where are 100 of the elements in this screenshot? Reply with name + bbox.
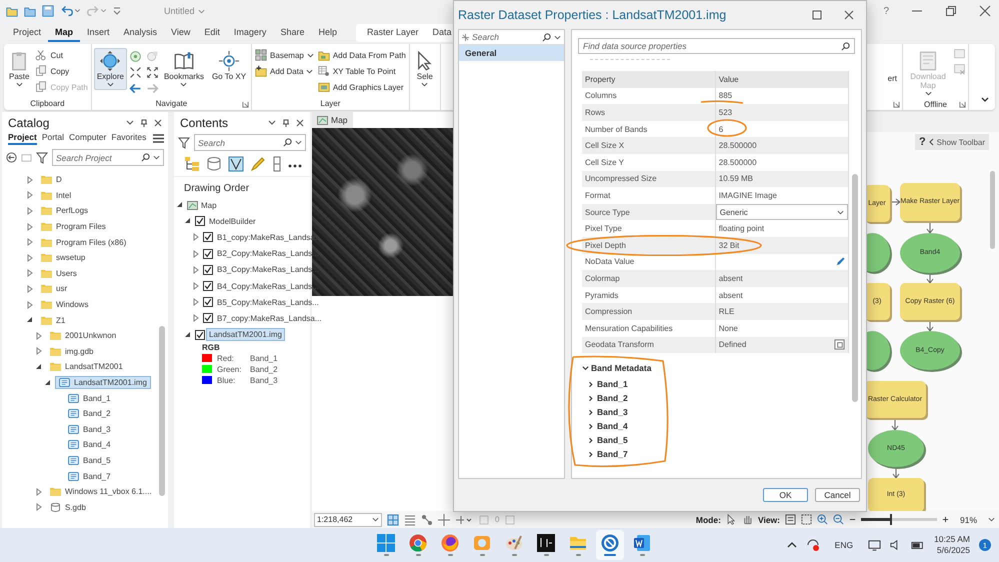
ribbon-tab[interactable]: Raster Layer xyxy=(360,24,426,42)
labeling-icon[interactable] xyxy=(272,156,282,172)
search-input[interactable]: Search xyxy=(198,138,280,148)
search-field[interactable]: Search xyxy=(194,134,306,151)
ribbon-button[interactable]: ert xyxy=(884,48,900,86)
source-type-dropdown[interactable]: Generic xyxy=(716,204,848,220)
ribbon-button[interactable]: Add Data From Path xyxy=(316,48,407,62)
catalog-tab[interactable]: Computer xyxy=(69,132,106,145)
restore-icon[interactable] xyxy=(945,5,957,17)
collapsed-caret-icon[interactable] xyxy=(26,269,34,278)
layer-item[interactable]: B7_copy:MakeRas_Landsa... xyxy=(214,312,325,325)
pencil-icon[interactable] xyxy=(836,257,845,266)
layer-item[interactable]: Map xyxy=(198,198,220,212)
back-arrow-icon[interactable] xyxy=(6,152,17,163)
catalog-item[interactable]: Band_5 xyxy=(64,454,115,467)
constraint-icon[interactable] xyxy=(455,514,473,526)
catalog-item[interactable]: swsetup xyxy=(37,251,90,264)
catalog-item[interactable]: PerfLogs xyxy=(37,204,92,218)
layer-item[interactable]: B5_Copy:MakeRas_Lands... xyxy=(214,296,322,309)
band-item[interactable]: Band_4 xyxy=(582,419,628,434)
expanded-caret-icon[interactable] xyxy=(35,362,43,371)
monitor-icon[interactable] xyxy=(868,538,882,552)
catalog-item[interactable]: img.gdb xyxy=(46,344,98,358)
zoom-in-icon[interactable] xyxy=(816,514,828,525)
catalog-item[interactable]: D xyxy=(37,173,66,186)
catalog-item[interactable]: usr xyxy=(37,282,72,296)
collapsed-caret-icon[interactable] xyxy=(35,488,43,496)
close-icon[interactable] xyxy=(296,119,304,127)
dropdown-caret-icon[interactable] xyxy=(268,119,276,127)
catalog-item[interactable]: Band_4 xyxy=(64,438,115,452)
collapsed-caret-icon[interactable] xyxy=(26,238,34,246)
collapsed-caret-icon[interactable] xyxy=(192,250,200,258)
dialog-launcher-icon[interactable] xyxy=(893,101,900,108)
catalog-tab[interactable]: Favorites xyxy=(111,132,146,145)
map-view-icon[interactable] xyxy=(228,156,244,172)
ribbon-button[interactable]: Go To XY xyxy=(208,48,250,84)
band-item[interactable]: Band_2 xyxy=(582,391,628,406)
scrollbar-thumb[interactable] xyxy=(159,326,165,496)
clock[interactable]: 10:25 AM 5/6/2025 xyxy=(934,534,970,556)
layer-item[interactable]: LandsatTM2001.img xyxy=(206,328,285,342)
catalog-item[interactable]: Windows xyxy=(37,298,92,312)
language-indicator[interactable]: ENG xyxy=(834,540,854,550)
collapsed-caret-icon[interactable] xyxy=(26,254,34,262)
pencil-icon[interactable] xyxy=(250,156,266,172)
collapsed-caret-icon[interactable] xyxy=(192,314,200,322)
search-input[interactable]: Search Project xyxy=(56,152,138,162)
hand-icon[interactable] xyxy=(742,514,753,525)
collapsed-caret-icon[interactable] xyxy=(192,233,200,242)
ribbon-tab[interactable]: View xyxy=(164,24,198,42)
map-tab[interactable]: Map xyxy=(312,112,353,128)
band-item[interactable]: Band_5 xyxy=(582,433,628,448)
maximize-icon[interactable] xyxy=(812,10,822,20)
back-arrow-icon[interactable] xyxy=(128,82,142,95)
catalog-item[interactable]: Users xyxy=(37,266,81,280)
layer-checkbox[interactable] xyxy=(203,281,213,292)
catalog-item[interactable]: Band_3 xyxy=(64,422,115,436)
menu-icon[interactable] xyxy=(153,134,164,143)
collapsed-caret-icon[interactable] xyxy=(26,191,34,200)
scrollbar-thumb[interactable] xyxy=(990,171,995,250)
remove-map-icon[interactable] xyxy=(953,63,966,76)
ribbon-button[interactable]: Explore xyxy=(94,48,127,90)
details-icon[interactable] xyxy=(834,339,845,350)
dropdown-caret-icon[interactable] xyxy=(126,119,134,127)
list-icon[interactable] xyxy=(404,514,416,526)
undo-icon[interactable] xyxy=(60,5,80,17)
zoom-in-plus-icon[interactable] xyxy=(942,516,949,523)
pin-icon[interactable] xyxy=(282,119,290,127)
new-project-icon[interactable] xyxy=(6,5,18,17)
expanded-caret-icon[interactable] xyxy=(184,330,192,339)
chevron-up-icon[interactable] xyxy=(786,541,797,549)
ribbon-tab[interactable]: Imagery xyxy=(226,24,274,42)
search-field[interactable]: Find data source properties xyxy=(578,38,855,54)
full-extent-icon[interactable] xyxy=(800,514,812,525)
close-icon[interactable] xyxy=(154,119,162,127)
ribbon-button[interactable]: Cut xyxy=(34,48,89,62)
filter-icon[interactable] xyxy=(178,136,190,148)
ribbon-tab[interactable]: Help xyxy=(311,24,344,42)
ribbon-button[interactable]: Bookmarks xyxy=(160,48,207,90)
help-button[interactable]: ? xyxy=(883,6,889,16)
collapsed-caret-icon[interactable] xyxy=(26,176,34,184)
layer-checkbox[interactable] xyxy=(195,330,205,340)
toolbar-toggle[interactable]: ? Show Toolbar xyxy=(914,134,989,150)
collapsed-caret-icon[interactable] xyxy=(35,347,43,356)
catalog-item[interactable]: Program Files (x86) xyxy=(37,236,130,249)
ribbon-button[interactable]: Sele xyxy=(412,48,438,90)
dropdown-caret-icon[interactable] xyxy=(988,517,995,522)
ribbon-tab[interactable]: Map xyxy=(48,24,80,42)
battery-icon[interactable] xyxy=(911,539,926,551)
collapse-ribbon-icon[interactable] xyxy=(981,97,989,102)
catalog-item[interactable]: Z1 xyxy=(37,314,70,327)
collapsed-caret-icon[interactable] xyxy=(26,222,34,231)
expanded-caret-icon[interactable] xyxy=(184,217,192,226)
layer-checkbox[interactable] xyxy=(203,313,213,324)
ribbon-tab[interactable]: Analysis xyxy=(116,24,164,42)
ribbon-tab[interactable]: Insert xyxy=(80,24,117,42)
cancel-button[interactable]: Cancel xyxy=(815,488,860,502)
scale-dropdown[interactable]: 1:218,462 xyxy=(314,512,382,526)
ribbon-button[interactable]: Paste xyxy=(6,48,32,90)
save-icon[interactable] xyxy=(42,5,54,17)
expanded-caret-icon[interactable] xyxy=(44,378,52,387)
